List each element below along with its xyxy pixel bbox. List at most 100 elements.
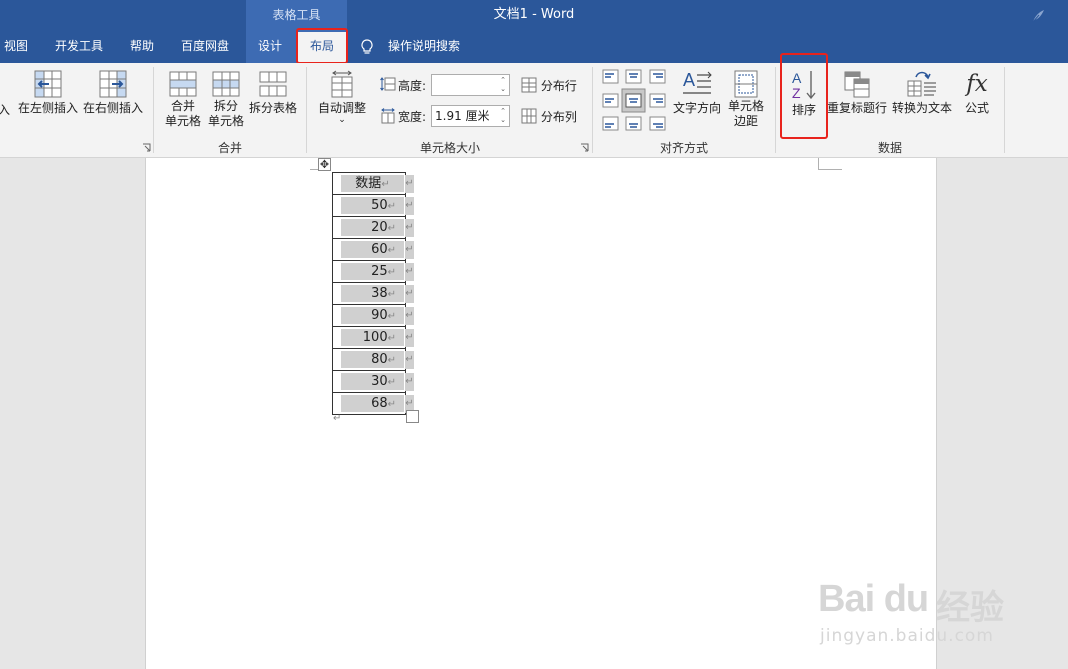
paragraph-mark: ↵ (387, 201, 396, 212)
row-end-mark: ↵ (405, 174, 414, 193)
row-end-mark: ↵ (405, 240, 414, 259)
distribute-columns-button[interactable]: 分布列 (521, 108, 577, 125)
table-cell[interactable]: 100↵ (332, 326, 406, 349)
autofit-icon (331, 70, 353, 98)
table-cell[interactable]: 68↵ (332, 392, 406, 415)
cell-margins-icon (734, 70, 758, 98)
distribute-columns-label: 分布列 (540, 110, 577, 124)
tab-help[interactable]: 帮助 (130, 30, 154, 63)
split-table-button[interactable]: 拆分表格 (248, 69, 298, 116)
distribute-rows-label: 分布行 (540, 79, 577, 93)
row-end-mark: ↵ (405, 196, 414, 215)
tab-view[interactable]: 视图 (4, 30, 28, 63)
paragraph-mark: ↵ (387, 399, 396, 410)
tab-baidu-netdisk[interactable]: 百度网盘 (181, 30, 229, 63)
alignment-buttons-icon[interactable] (602, 69, 672, 133)
paragraph-mark: ↵ (381, 179, 390, 190)
table-move-handle-icon[interactable]: ✥ (318, 158, 331, 171)
table-tools-context-label: 表格工具 (246, 0, 347, 30)
split-table-label: 拆分表格 (248, 101, 297, 115)
data-table[interactable]: 数据↵ 50↵ 20↵ 60↵ 25↵ 38↵ 90↵ 100↵ 80↵ 30↵… (332, 172, 406, 415)
tell-me-search[interactable]: 操作说明搜索 (360, 30, 460, 63)
table-header-cell[interactable]: 数据↵ (332, 172, 406, 195)
table-cell[interactable]: 80↵ (332, 348, 406, 371)
title-bar: 表格工具 文档1 - Word (0, 0, 1068, 30)
formula-icon: fx (966, 71, 988, 97)
table-cell[interactable]: 38↵ (332, 282, 406, 305)
table-cell[interactable]: 90↵ (332, 304, 406, 327)
split-cells-button[interactable]: 拆分 单元格 (205, 69, 247, 129)
text-direction-label: 文字方向 (672, 101, 721, 115)
distribute-columns-icon (521, 108, 537, 124)
chevron-down-icon: ⌄ (338, 115, 346, 125)
cell-margins-button[interactable]: 单元格 边距 (724, 69, 768, 129)
cell-size-dialog-launcher-icon[interactable] (580, 143, 589, 152)
group-separator (306, 67, 307, 153)
sort-button[interactable]: A Z 排序 (784, 69, 824, 118)
table-cell[interactable]: 50↵ (332, 194, 406, 217)
table-cell[interactable]: 30↵ (332, 370, 406, 393)
merge-cells-label-1: 合并 (170, 99, 195, 113)
paragraph-mark: ↵ (387, 377, 396, 388)
row-end-mark: ↵ (405, 284, 414, 303)
insert-left-button[interactable]: 在左侧插入 (18, 69, 78, 116)
column-width-icon (381, 108, 395, 124)
tab-design[interactable]: 设计 (258, 30, 282, 63)
alignment-group-label: 对齐方式 (659, 141, 708, 155)
row-end-mark: ↵ (405, 372, 414, 391)
cell-margins-label-1: 单元格 (727, 99, 764, 113)
cell-value: 90 (371, 308, 388, 323)
width-spinner-icon[interactable]: ⌃ ⌄ (499, 107, 507, 125)
convert-to-text-label: 转换为文本 (891, 101, 952, 115)
repeat-header-rows-button[interactable]: 重复标题行 (826, 69, 888, 116)
table-cell[interactable]: 20↵ (332, 216, 406, 239)
insert-left-label: 在左侧插入 (18, 101, 79, 115)
paragraph-mark: ↵ (387, 223, 396, 234)
paragraph-mark: ↵ (387, 333, 396, 344)
insert-right-icon (99, 70, 127, 98)
convert-to-text-button[interactable]: 转换为文本 (890, 69, 954, 116)
table-cell[interactable]: 60↵ (332, 238, 406, 261)
group-separator (153, 67, 154, 153)
group-separator (592, 67, 593, 153)
paragraph-mark: ↵ (333, 413, 342, 424)
paragraph-mark: ↵ (387, 267, 396, 278)
paragraph-mark: ↵ (387, 245, 396, 256)
insert-right-button[interactable]: 在右侧插入 (82, 69, 144, 116)
svg-text:A: A (683, 70, 695, 90)
formula-button[interactable]: fx 公式 (958, 69, 996, 116)
merge-group-label: 合并 (217, 141, 242, 155)
width-value: 1.91 厘米 (435, 109, 490, 123)
table-resize-handle-icon[interactable] (406, 410, 419, 423)
cell-value: 30 (371, 374, 388, 389)
row-end-mark: ↵ (405, 328, 414, 347)
insert-right-label: 在右侧插入 (82, 101, 143, 115)
row-end-mark: ↵ (405, 350, 414, 369)
tell-me-label: 操作说明搜索 (388, 39, 461, 53)
document-page[interactable] (145, 158, 937, 669)
cell-value: 80 (371, 352, 388, 367)
split-cells-label-2: 单元格 (207, 114, 244, 128)
insert-left-icon (34, 70, 62, 98)
text-direction-button[interactable]: A 文字方向 (671, 69, 723, 116)
feather-icon[interactable] (1030, 8, 1046, 24)
table-cell[interactable]: 25↵ (332, 260, 406, 283)
cell-margins-label-2: 边距 (733, 114, 758, 128)
header-text: 数据 (355, 176, 382, 191)
row-end-mark: ↵ (405, 218, 414, 237)
repeat-header-icon (844, 71, 870, 98)
lightbulb-icon (361, 39, 373, 54)
split-cells-icon (212, 71, 240, 97)
height-spinner-icon[interactable]: ⌃ ⌄ (499, 76, 507, 94)
height-input[interactable]: ⌃ ⌄ (431, 74, 510, 96)
rows-columns-dialog-launcher-icon[interactable] (142, 143, 151, 152)
tab-layout[interactable]: 布局 (298, 32, 346, 63)
tab-developer[interactable]: 开发工具 (55, 30, 103, 63)
width-input[interactable]: 1.91 厘米 ⌃ ⌄ (431, 105, 510, 127)
autofit-button[interactable]: 自动调整 ⌄ (314, 69, 370, 125)
distribute-rows-button[interactable]: 分布行 (521, 77, 577, 94)
merge-cells-button[interactable]: 合并 单元格 (162, 69, 204, 129)
svg-text:Z: Z (792, 85, 801, 101)
insert-partial-label[interactable]: 入 (0, 103, 10, 118)
sort-label: 排序 (791, 103, 816, 117)
